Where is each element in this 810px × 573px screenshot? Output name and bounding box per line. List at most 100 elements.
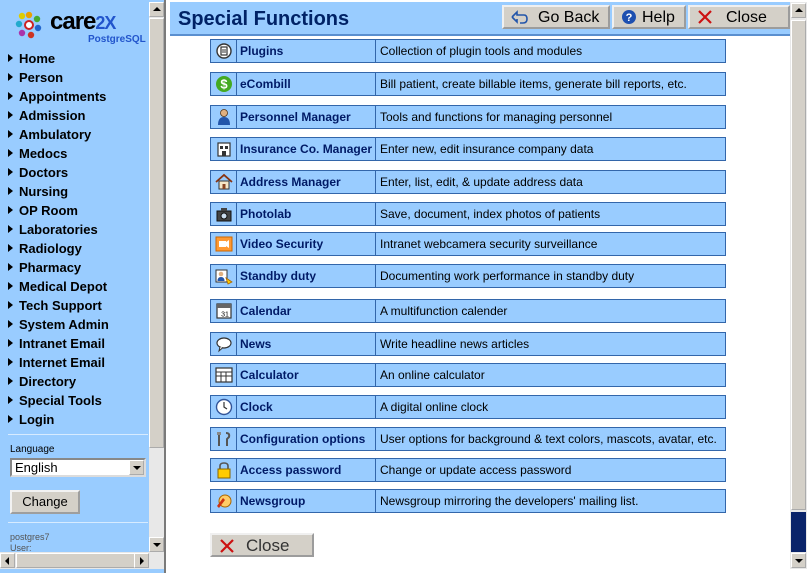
- function-row-personnel-manager: Personnel Manager Tools and functions fo…: [210, 105, 726, 129]
- scroll-up-icon[interactable]: [791, 3, 806, 18]
- nav-vertical-scroll-thumb[interactable]: [149, 18, 164, 448]
- triangle-right-icon: [8, 92, 13, 100]
- language-select[interactable]: English: [10, 458, 146, 477]
- function-link[interactable]: Video Security: [238, 233, 376, 255]
- function-link[interactable]: Personnel Manager: [238, 106, 376, 128]
- nav-divider: [8, 434, 148, 435]
- scroll-right-icon[interactable]: [134, 553, 149, 568]
- care2x-logo[interactable]: care2X PostgreSQL: [10, 6, 150, 46]
- scroll-left-icon[interactable]: [0, 553, 15, 568]
- function-link[interactable]: Photolab: [238, 203, 376, 225]
- triangle-right-icon: [8, 396, 13, 404]
- function-row-ecombill: $ eCombill Bill patient, create billable…: [210, 72, 726, 96]
- main-frame: Special Functions Go Back ? Help Close P…: [168, 0, 810, 573]
- svg-text:31: 31: [221, 312, 229, 319]
- newsgroup-icon[interactable]: [215, 492, 233, 510]
- video-icon[interactable]: [215, 235, 233, 253]
- lock-icon[interactable]: [215, 461, 233, 479]
- menu-item-pharmacy[interactable]: Pharmacy: [8, 258, 109, 277]
- function-link[interactable]: Access password: [238, 459, 376, 481]
- tools-icon[interactable]: [215, 430, 233, 448]
- nav-vertical-scrollbar[interactable]: [149, 2, 164, 552]
- standby-icon[interactable]: [215, 267, 233, 285]
- menu-item-appointments[interactable]: Appointments: [8, 87, 109, 106]
- main-menu: Home Person Appointments Admission Ambul…: [8, 49, 109, 429]
- menu-item-person[interactable]: Person: [8, 68, 109, 87]
- function-link[interactable]: Newsgroup: [238, 490, 376, 512]
- function-description: A digital online clock: [380, 400, 489, 414]
- nav-divider: [8, 522, 148, 523]
- menu-item-admission[interactable]: Admission: [8, 106, 109, 125]
- triangle-right-icon: [8, 54, 13, 62]
- triangle-right-icon: [8, 320, 13, 328]
- menu-item-login[interactable]: Login: [8, 410, 109, 429]
- menu-item-tech-support[interactable]: Tech Support: [8, 296, 109, 315]
- menu-item-nursing[interactable]: Nursing: [8, 182, 109, 201]
- triangle-right-icon: [8, 206, 13, 214]
- menu-item-internet-email[interactable]: Internet Email: [8, 353, 109, 372]
- function-description: Write headline news articles: [380, 337, 530, 351]
- user-info-line: postgres7: [10, 532, 50, 542]
- camera-icon[interactable]: [215, 205, 233, 223]
- function-link[interactable]: Address Manager: [238, 171, 376, 193]
- user-info: postgres7 User:: [10, 532, 50, 554]
- menu-item-doctors[interactable]: Doctors: [8, 163, 109, 182]
- function-link[interactable]: eCombill: [238, 73, 376, 95]
- menu-item-ambulatory[interactable]: Ambulatory: [8, 125, 109, 144]
- plugin-icon[interactable]: [215, 42, 233, 60]
- function-description: Save, document, index photos of patients: [380, 207, 601, 221]
- calendar-icon[interactable]: 31: [215, 302, 233, 320]
- triangle-right-icon: [8, 130, 13, 138]
- function-link[interactable]: News: [238, 333, 376, 355]
- scroll-down-icon[interactable]: [791, 553, 806, 568]
- function-link[interactable]: Calculator: [238, 364, 376, 386]
- speech-bubble-icon[interactable]: [215, 335, 233, 353]
- menu-item-system-admin[interactable]: System Admin: [8, 315, 109, 334]
- function-row-access-password: Access password Change or update access …: [210, 458, 726, 482]
- clock-icon[interactable]: [215, 398, 233, 416]
- function-link[interactable]: Clock: [238, 396, 376, 418]
- function-row-configuration-options: Configuration options User options for b…: [210, 427, 726, 451]
- scroll-up-icon[interactable]: [149, 2, 164, 17]
- function-description: Tools and functions for managing personn…: [380, 110, 613, 124]
- function-row-news: News Write headline news articles: [210, 332, 726, 356]
- triangle-right-icon: [8, 73, 13, 81]
- function-link[interactable]: Configuration options: [238, 428, 376, 450]
- person-icon[interactable]: [215, 108, 233, 126]
- calculator-icon[interactable]: [215, 366, 233, 384]
- main-vertical-scroll-thumb[interactable]: [791, 512, 806, 552]
- nav-horizontal-scroll-thumb[interactable]: [16, 553, 136, 568]
- menu-item-medocs[interactable]: Medocs: [8, 144, 109, 163]
- svg-text:$: $: [220, 77, 228, 92]
- function-link[interactable]: Calendar: [238, 300, 376, 322]
- nav-horizontal-scrollbar[interactable]: [0, 552, 164, 569]
- menu-item-laboratories[interactable]: Laboratories: [8, 220, 109, 239]
- menu-item-medical-depot[interactable]: Medical Depot: [8, 277, 109, 296]
- language-label: Language: [10, 444, 55, 455]
- menu-item-intranet-email[interactable]: Intranet Email: [8, 334, 109, 353]
- house-icon[interactable]: [215, 173, 233, 191]
- function-row-calculator: Calculator An online calculator: [210, 363, 726, 387]
- menu-item-special-tools[interactable]: Special Tools: [8, 391, 109, 410]
- function-description: Enter, list, edit, & update address data: [380, 175, 583, 189]
- navigation-frame: care2X PostgreSQL Home Person Appointmen…: [0, 0, 166, 573]
- menu-item-directory[interactable]: Directory: [8, 372, 109, 391]
- menu-item-op-room[interactable]: OP Room: [8, 201, 109, 220]
- function-link[interactable]: Insurance Co. Manager: [238, 138, 376, 160]
- triangle-right-icon: [8, 282, 13, 290]
- chevron-down-icon[interactable]: [129, 460, 144, 475]
- change-language-button[interactable]: Change: [10, 490, 80, 514]
- function-description: Collection of plugin tools and modules: [380, 44, 583, 58]
- function-link[interactable]: Standby duty: [238, 265, 376, 287]
- main-vertical-scroll-track[interactable]: [791, 20, 806, 510]
- dollar-icon[interactable]: $: [215, 75, 233, 93]
- special-functions-list: Plugins Collection of plugin tools and m…: [210, 0, 726, 520]
- menu-item-radiology[interactable]: Radiology: [8, 239, 109, 258]
- function-link[interactable]: Plugins: [238, 40, 376, 62]
- scroll-down-icon[interactable]: [149, 537, 164, 552]
- bottom-close-button[interactable]: Close: [210, 533, 314, 557]
- menu-item-home[interactable]: Home: [8, 49, 109, 68]
- insurance-icon[interactable]: [215, 140, 233, 158]
- main-vertical-scrollbar[interactable]: [790, 2, 807, 569]
- close-icon: [220, 539, 234, 553]
